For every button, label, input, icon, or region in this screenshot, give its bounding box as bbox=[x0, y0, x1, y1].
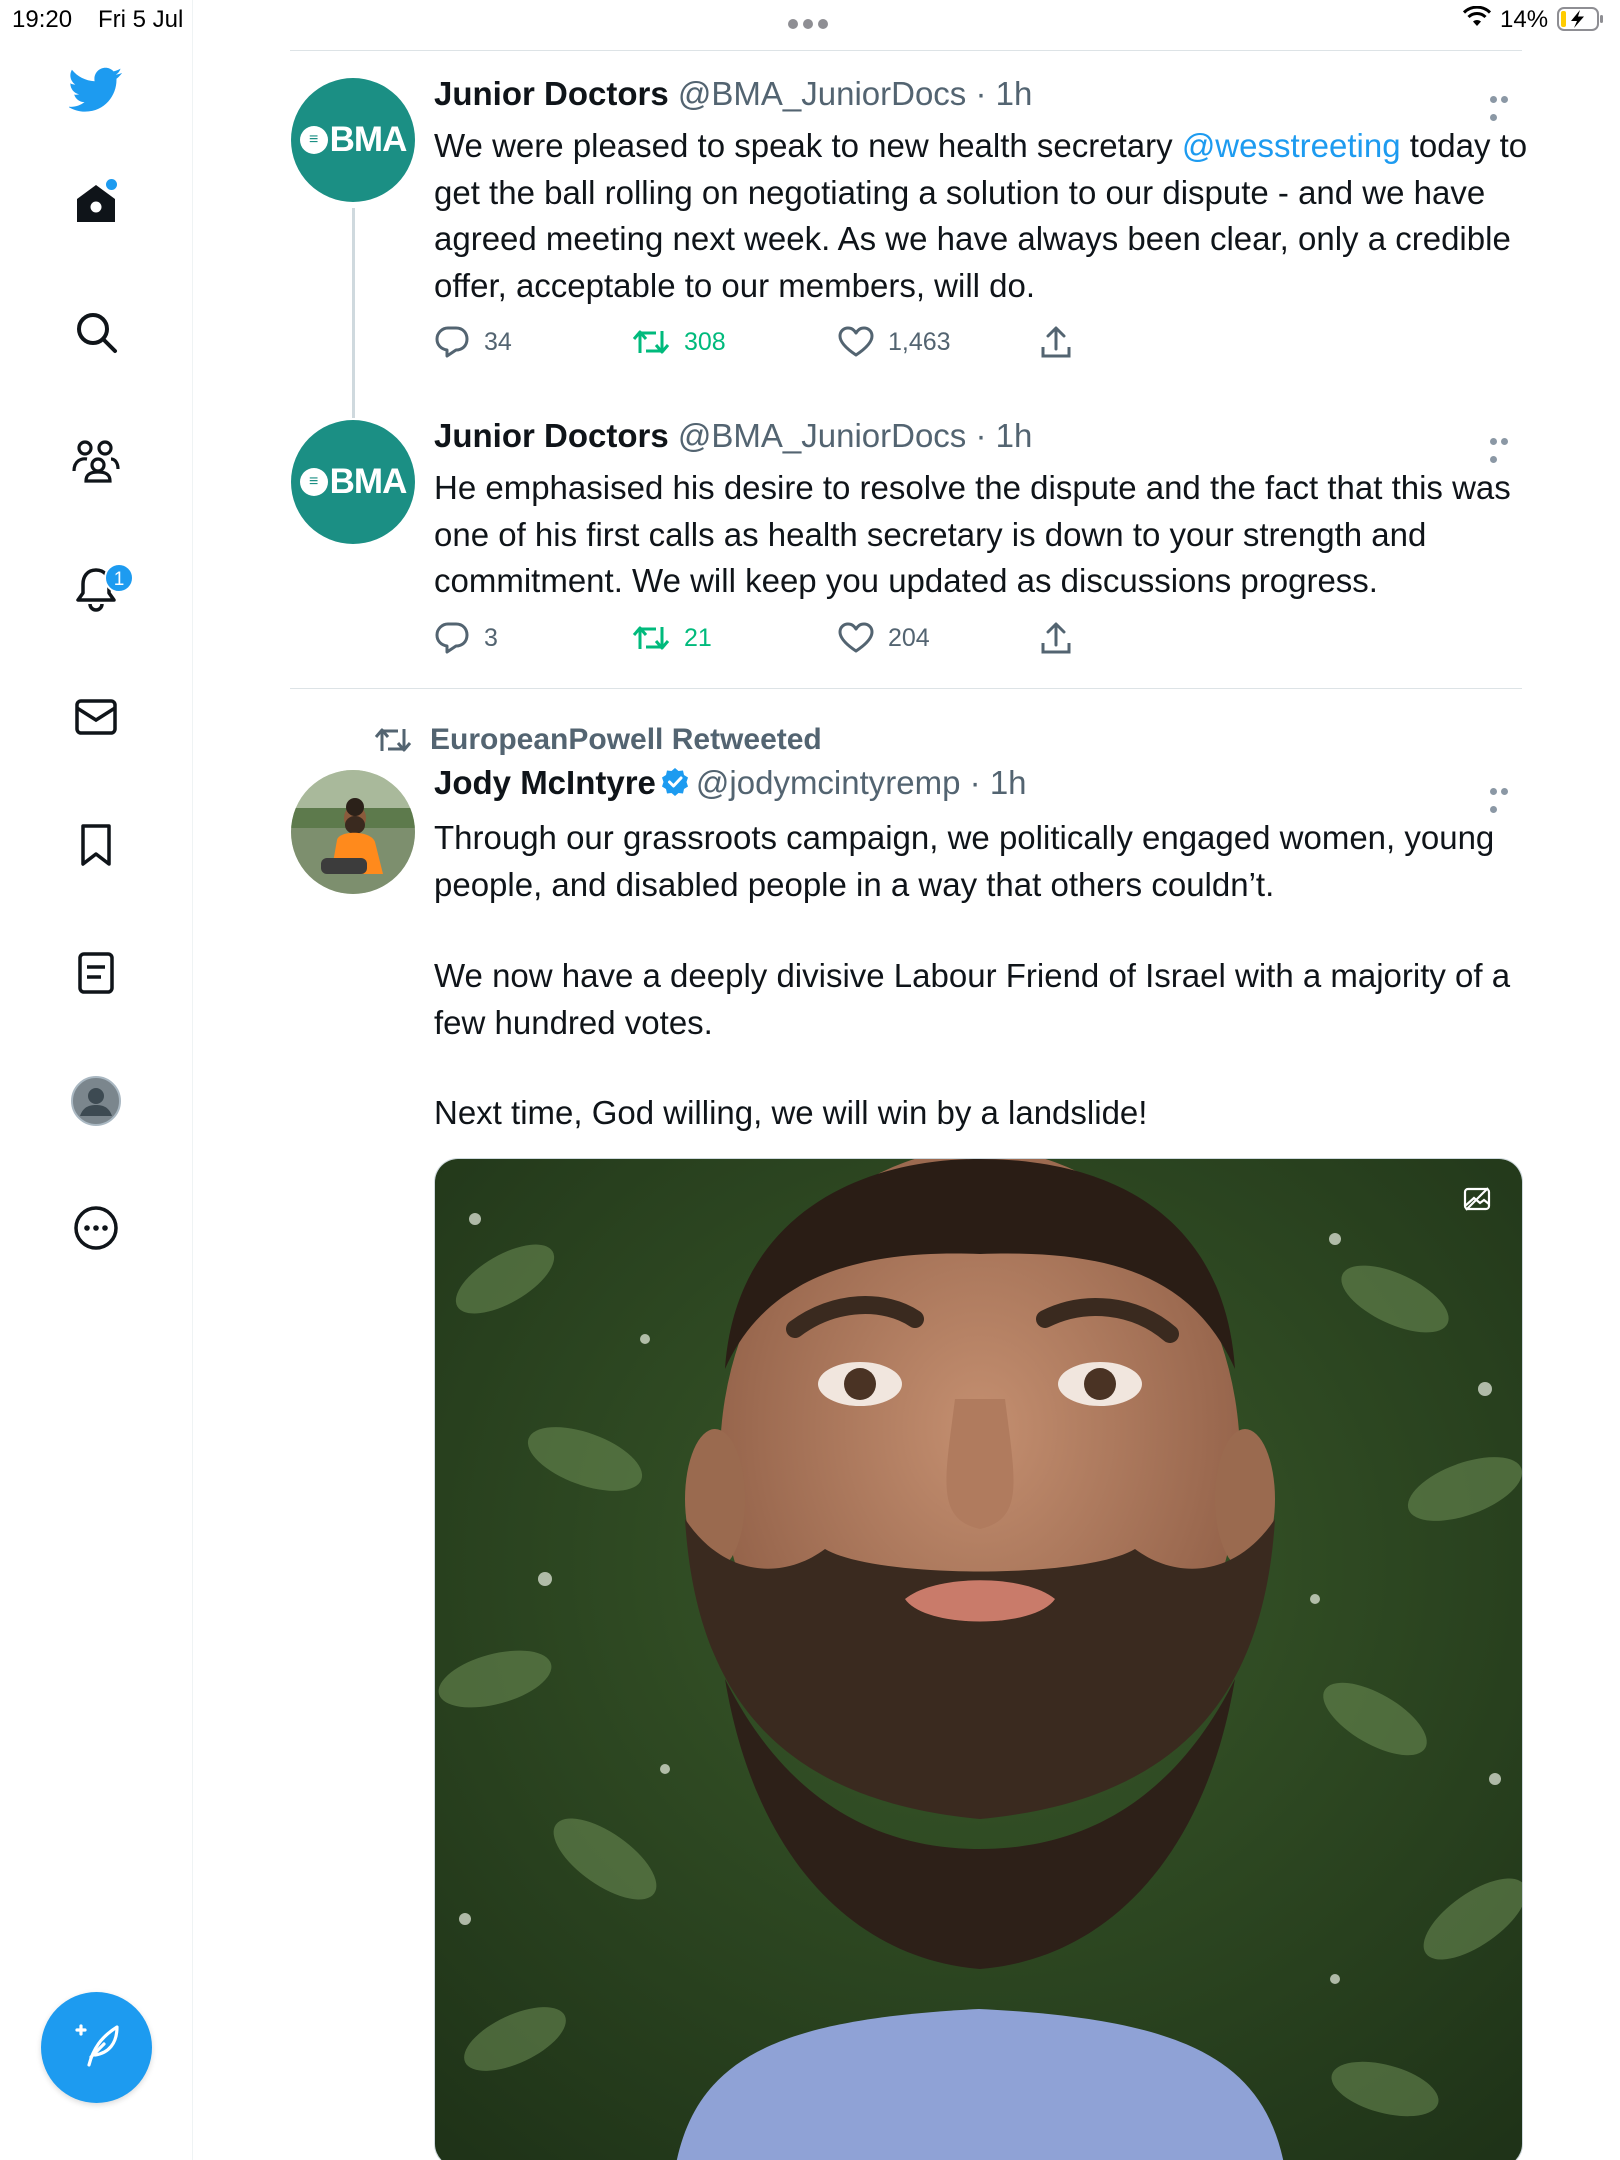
tweet-time[interactable]: · 1h bbox=[975, 417, 1032, 454]
tweet-more-icon[interactable] bbox=[1490, 782, 1522, 813]
retweet-button[interactable]: 308 bbox=[632, 322, 726, 362]
author-handle[interactable]: @jodymcintyremp bbox=[696, 764, 961, 801]
tweet-avatar-bma[interactable]: ≡ BMA bbox=[291, 78, 415, 202]
battery-percent: 14% bbox=[1500, 6, 1549, 33]
author-handle[interactable]: @BMA_JuniorDocs bbox=[678, 417, 966, 454]
communities-icon bbox=[71, 439, 121, 483]
retweet-icon bbox=[374, 728, 412, 752]
tweet-avatar-bma[interactable]: ≡ BMA bbox=[291, 420, 415, 544]
video-frame bbox=[435, 1159, 1522, 2160]
tweet-video-media[interactable] bbox=[434, 1158, 1523, 2160]
retweet-icon bbox=[632, 626, 670, 650]
bma-avatar-label: BMA bbox=[329, 120, 408, 159]
author-name[interactable]: Junior Doctors bbox=[434, 75, 669, 112]
nav-bookmarks[interactable] bbox=[60, 809, 132, 881]
compose-tweet-button[interactable] bbox=[41, 1992, 152, 2103]
reply-count: 34 bbox=[484, 327, 512, 356]
profile-avatar-icon bbox=[71, 1076, 121, 1126]
share-icon bbox=[1041, 326, 1071, 358]
bma-logo-mark: ≡ bbox=[299, 126, 328, 154]
sidebar: 1 bbox=[0, 0, 193, 2160]
heart-icon bbox=[838, 622, 874, 653]
tweet-text-part: We were pleased to speak to new health s… bbox=[434, 127, 1182, 164]
battery-charging-icon bbox=[1557, 7, 1605, 38]
like-count: 1,463 bbox=[888, 327, 951, 356]
share-button[interactable] bbox=[1040, 618, 1086, 658]
mention-link[interactable]: @wesstreeting bbox=[1182, 127, 1401, 164]
messages-envelope-icon bbox=[74, 698, 118, 736]
multitasking-dots-icon[interactable] bbox=[788, 8, 834, 29]
bookmark-icon bbox=[78, 823, 114, 867]
nav-lists[interactable] bbox=[60, 937, 132, 1009]
share-icon bbox=[1041, 622, 1071, 654]
retweeted-by-line[interactable]: EuropeanPowell Retweeted bbox=[374, 720, 822, 760]
reply-icon bbox=[435, 622, 469, 654]
tweet-time[interactable]: · 1h bbox=[970, 764, 1027, 801]
author-name[interactable]: Jody McIntyre bbox=[434, 764, 656, 801]
verified-badge-icon bbox=[661, 768, 688, 796]
reply-button[interactable]: 3 bbox=[434, 618, 498, 658]
media-content-icon[interactable] bbox=[1462, 1186, 1492, 1212]
author-handle[interactable]: @BMA_JuniorDocs bbox=[678, 75, 966, 112]
timeline-top-divider bbox=[290, 50, 1522, 51]
retweet-count: 308 bbox=[684, 327, 726, 356]
nav-home[interactable] bbox=[60, 167, 132, 239]
twitter-logo-icon[interactable] bbox=[60, 54, 132, 126]
retweet-button[interactable]: 21 bbox=[632, 618, 712, 658]
status-bar: 19:20 Fri 5 Jul 14% bbox=[0, 0, 1620, 40]
tweet-header: Jody McIntyre @jodymcintyremp · 1h bbox=[434, 764, 1027, 802]
more-options-icon bbox=[73, 1205, 119, 1251]
lists-icon bbox=[77, 951, 115, 995]
nav-explore[interactable] bbox=[60, 296, 132, 368]
thread-connector-line bbox=[352, 208, 355, 418]
tweet-more-icon[interactable] bbox=[1490, 90, 1522, 121]
nav-communities[interactable] bbox=[60, 425, 132, 497]
retweet-icon bbox=[632, 330, 670, 354]
bma-avatar-label: BMA bbox=[329, 462, 408, 501]
like-count: 204 bbox=[888, 623, 930, 652]
share-button[interactable] bbox=[1040, 322, 1086, 362]
tweet-text: We now have a deeply divisive Labour Fri… bbox=[434, 957, 1511, 1041]
nav-profile[interactable] bbox=[60, 1065, 132, 1137]
tweet-more-icon[interactable] bbox=[1490, 432, 1522, 463]
reply-count: 3 bbox=[484, 623, 498, 652]
tweet-header: Junior Doctors @BMA_JuniorDocs · 1h bbox=[434, 417, 1032, 455]
search-icon bbox=[74, 310, 118, 354]
like-button[interactable]: 204 bbox=[838, 618, 930, 658]
tweet-text: He emphasised his desire to resolve the … bbox=[434, 469, 1511, 599]
retweeted-by-label: EuropeanPowell Retweeted bbox=[430, 723, 822, 756]
tweet-divider bbox=[290, 688, 1522, 689]
retweet-count: 21 bbox=[684, 623, 712, 652]
heart-icon bbox=[838, 326, 874, 357]
author-name[interactable]: Junior Doctors bbox=[434, 417, 669, 454]
nav-more[interactable] bbox=[60, 1192, 132, 1264]
wifi-icon bbox=[1462, 5, 1492, 35]
nav-messages[interactable] bbox=[60, 681, 132, 753]
compose-feather-icon bbox=[71, 2021, 123, 2074]
notification-count-badge: 1 bbox=[104, 563, 134, 593]
reply-icon bbox=[435, 326, 469, 358]
bma-logo-mark: ≡ bbox=[299, 468, 328, 496]
nav-notifications[interactable]: 1 bbox=[60, 553, 134, 625]
reply-button[interactable]: 34 bbox=[434, 322, 512, 362]
tweet-time[interactable]: · 1h bbox=[975, 75, 1032, 112]
tweet-avatar-jody[interactable] bbox=[291, 770, 415, 894]
home-unread-dot bbox=[106, 179, 117, 190]
tweet-header: Junior Doctors @BMA_JuniorDocs · 1h bbox=[434, 75, 1032, 113]
tweet-text: We were pleased to speak to new health s… bbox=[434, 123, 1534, 309]
like-button[interactable]: 1,463 bbox=[838, 322, 951, 362]
tweet-text: Next time, God willing, we will win by a… bbox=[434, 1094, 1148, 1131]
tweet-text: Through our grassroots campaign, we poli… bbox=[434, 819, 1495, 903]
